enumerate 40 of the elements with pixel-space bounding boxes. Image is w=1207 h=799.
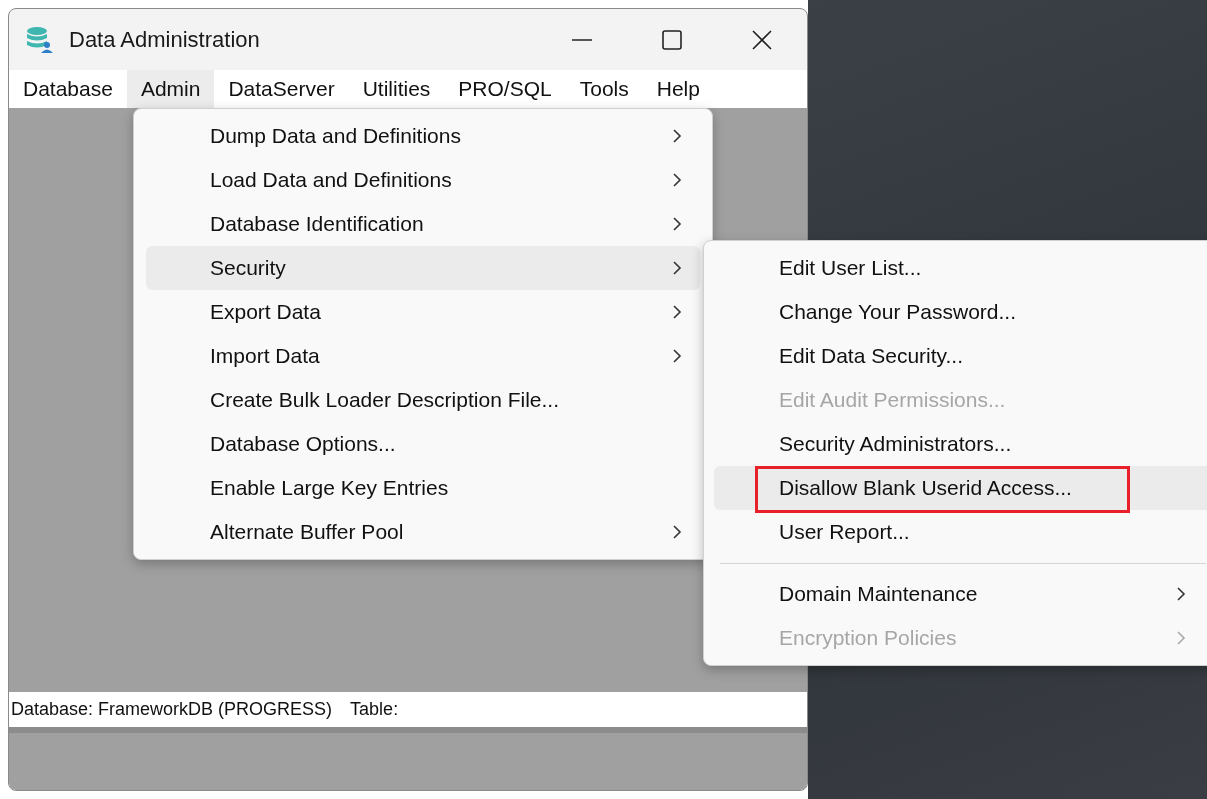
chevron-right-icon [672, 304, 682, 320]
menu-item[interactable]: Edit User List... [714, 246, 1207, 290]
status-database: Database: FrameworkDB (PROGRESS) [11, 699, 333, 720]
menu-item[interactable]: Disallow Blank Userid Access... [714, 466, 1207, 510]
chevron-right-icon [672, 524, 682, 540]
minimize-icon [571, 38, 593, 41]
status-table: Table: [350, 699, 399, 720]
menu-item[interactable]: Dump Data and Definitions [146, 114, 700, 158]
menu-item[interactable]: Alternate Buffer Pool [146, 510, 700, 554]
menu-item[interactable]: Change Your Password... [714, 290, 1207, 334]
menu-item[interactable]: Database Options... [146, 422, 700, 466]
chevron-right-icon [1176, 630, 1186, 646]
menu-item[interactable]: Security [146, 246, 700, 290]
chevron-right-icon [672, 260, 682, 276]
menu-item[interactable]: Import Data [146, 334, 700, 378]
chevron-right-icon [672, 216, 682, 232]
chevron-right-icon [672, 128, 682, 144]
window-title: Data Administration [69, 26, 260, 53]
chevron-right-icon [672, 348, 682, 364]
menu-bar-item[interactable]: Tools [565, 70, 643, 108]
menu-item[interactable]: Domain Maintenance [714, 572, 1207, 616]
menu-bar-item[interactable]: DataServer [214, 70, 349, 108]
menu-bar-item[interactable]: Help [642, 70, 714, 108]
menu-item[interactable]: User Report... [714, 510, 1207, 554]
menu-item[interactable]: Load Data and Definitions [146, 158, 700, 202]
menu-item[interactable]: Edit Data Security... [714, 334, 1207, 378]
menu-item[interactable]: Create Bulk Loader Description File... [146, 378, 700, 422]
close-icon [751, 28, 773, 51]
menu-bar-item[interactable]: PRO/SQL [444, 70, 566, 108]
menu-bar-item[interactable]: Admin [126, 70, 215, 108]
menu-item[interactable]: Enable Large Key Entries [146, 466, 700, 510]
menu-item[interactable]: Database Identification [146, 202, 700, 246]
database-user-icon [25, 25, 53, 54]
chevron-right-icon [1176, 586, 1186, 602]
menu-item[interactable]: Export Data [146, 290, 700, 334]
menu-bar-item[interactable]: Database [9, 70, 127, 108]
maximize-icon [661, 28, 683, 51]
chevron-right-icon [672, 172, 682, 188]
menu-item[interactable]: Security Administrators... [714, 422, 1207, 466]
menu-bar-item[interactable]: Utilities [348, 70, 445, 108]
